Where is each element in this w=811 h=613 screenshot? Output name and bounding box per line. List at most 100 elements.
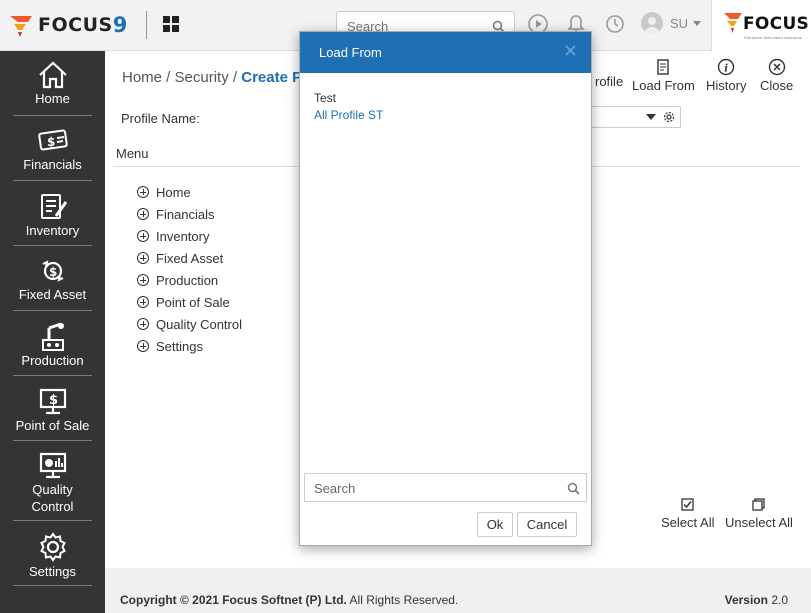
tree-item-financials[interactable]: Financials [137,203,242,225]
sidebar-item-label: Production [21,353,84,368]
sidebar: Home $ Financials Inventory $ Fixed Asse… [0,51,105,613]
close-icon[interactable]: ✕ [563,41,578,62]
svg-text:$: $ [49,265,57,279]
select-all-button[interactable]: Select All [661,498,714,530]
menu-label: Menu [116,146,149,161]
company-name: Focus Softnet (P) Ltd. [222,593,347,607]
sidebar-item-fixed-asset[interactable]: $ Fixed Asset [13,252,92,311]
chevron-down-icon[interactable] [693,21,701,26]
tree-item-point-of-sale[interactable]: Point of Sale [137,291,242,313]
apps-grid-icon[interactable] [163,16,179,32]
profile-label: rofile [595,74,624,89]
expand-icon[interactable] [137,340,149,352]
quality-icon [39,452,66,479]
focus9-logo[interactable]: FOCUS 9 [8,12,127,38]
tree-item-label: Fixed Asset [156,250,224,266]
dropdown-arrow-icon[interactable] [646,114,656,120]
breadcrumb-current: Create Pr [241,69,308,86]
cancel-button[interactable]: Cancel [517,512,577,537]
expand-icon[interactable] [137,318,149,330]
tree-item-label: Inventory [156,228,210,244]
avatar[interactable] [641,12,663,34]
load-from-button[interactable]: Load From [632,58,695,93]
brand-logo: FOCUS Solutions that mean business [711,0,811,51]
logo-number: 9 [112,13,128,37]
version-number: 2.0 [771,593,788,607]
expand-icon[interactable] [137,274,149,286]
fixed-asset-icon: $ [42,260,63,282]
money-icon: $ [37,129,68,151]
logo-word: FOCUS [38,14,113,36]
search-placeholder: Search [314,481,356,496]
sidebar-item-home[interactable]: Home [13,57,92,116]
copyright-prefix: Copyright © 2021 [120,593,219,607]
ok-button[interactable]: Ok [477,512,513,537]
dialog-search-input[interactable]: Search [304,473,587,502]
profile-button[interactable]: rofile [595,74,623,89]
expand-icon[interactable] [137,296,149,308]
breadcrumb: Home / Security / Create Pr [122,69,308,86]
unselect-all-button[interactable]: Unselect All [725,498,793,530]
history-clock-icon[interactable] [604,13,626,35]
tree-item-settings[interactable]: Settings [137,335,242,357]
user-initials[interactable]: SU [670,16,688,31]
close-button[interactable]: Close [760,58,793,93]
production-icon [41,322,64,351]
sidebar-item-quality-control[interactable]: Quality Control [13,447,92,521]
sidebar-item-financials[interactable]: $ Financials [13,122,92,181]
svg-text:$: $ [49,393,58,408]
footer: Copyright © 2021 Focus Softnet (P) Ltd. … [105,587,811,613]
expand-icon[interactable] [137,208,149,220]
pos-icon: $ [39,388,66,415]
select-all-label: Select All [661,515,715,530]
home-icon [38,61,67,89]
close-label: Close [760,78,794,93]
list-item[interactable]: All Profile ST [314,107,383,124]
sidebar-item-label: Point of Sale [15,418,90,433]
rights-text: All Rights Reserved. [349,593,459,607]
tree-item-label: Settings [156,338,203,354]
copyright: Copyright © 2021 Focus Softnet (P) Ltd. … [120,593,458,607]
divider [146,11,147,39]
version-label: Version [724,593,768,607]
info-icon: i [718,58,735,76]
dialog-header: Load From ✕ [300,32,591,73]
sidebar-item-settings[interactable]: Settings [13,527,92,586]
sidebar-item-production[interactable]: Production [13,317,92,376]
checkbox-empty-icon [752,498,766,511]
sidebar-item-point-of-sale[interactable]: $ Point of Sale [13,382,92,441]
inventory-icon [40,194,67,219]
tree-item-label: Home [156,184,191,200]
sidebar-item-label: Home [35,91,70,106]
unselect-all-label: Unselect All [725,515,793,530]
breadcrumb-security[interactable]: Security / [175,69,238,86]
focus-logo-mark-icon [10,16,32,37]
checkbox-checked-icon [681,498,694,511]
search-icon[interactable] [567,482,580,495]
history-label: History [706,78,747,93]
tree-item-fixed-asset[interactable]: Fixed Asset [137,247,242,269]
sidebar-item-inventory[interactable]: Inventory [13,187,92,246]
focus-brand-mark-icon [724,13,742,33]
version: Version 2.0 [725,593,788,607]
expand-icon[interactable] [137,252,149,264]
profile-list: Test All Profile ST [314,90,383,124]
settings-small-icon[interactable] [663,111,675,123]
profile-name-select[interactable] [585,106,681,128]
tree-item-production[interactable]: Production [137,269,242,291]
breadcrumb-home[interactable]: Home / [122,69,170,86]
dialog-title: Load From [319,45,382,60]
list-item[interactable]: Test [314,90,383,107]
sidebar-item-label: Quality Control [31,482,74,514]
tree-item-inventory[interactable]: Inventory [137,225,242,247]
expand-icon[interactable] [137,230,149,242]
tree-item-home[interactable]: Home [137,181,242,203]
history-button[interactable]: i History [706,58,746,93]
load-from-dialog: Load From ✕ Test All Profile ST Search O… [299,31,592,546]
brand-tagline: Solutions that mean business [744,35,802,40]
expand-icon[interactable] [137,186,149,198]
tree-item-quality-control[interactable]: Quality Control [137,313,242,335]
menu-tree: Home Financials Inventory Fixed Asset Pr… [137,181,242,357]
close-icon [768,58,785,76]
svg-text:i: i [724,64,728,75]
